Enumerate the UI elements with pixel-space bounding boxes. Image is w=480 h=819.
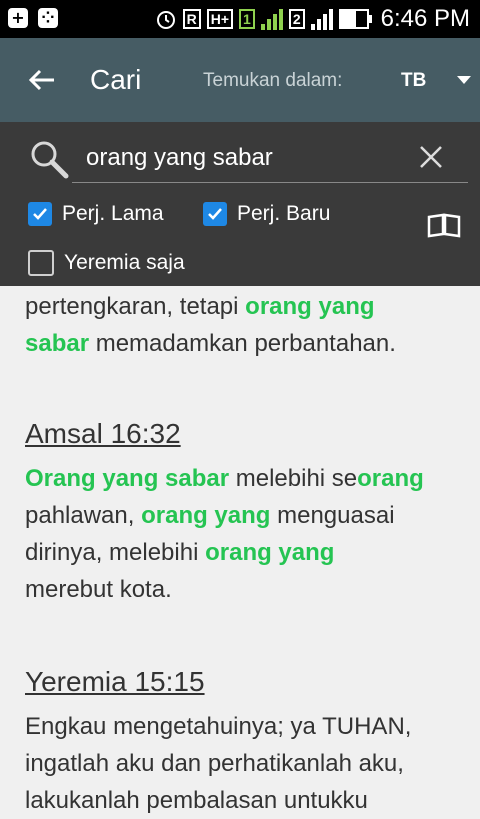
verse-text: pahlawan, bbox=[25, 502, 142, 529]
verse-text: dirinya, melebihi bbox=[25, 539, 206, 566]
find-in-label: Temukan dalam: bbox=[203, 70, 343, 91]
search-query[interactable]: orang yang sabar bbox=[86, 144, 273, 172]
app-bar: Cari Temukan dalam: TB bbox=[0, 38, 480, 122]
search-panel: orang yang sabar Perj. Lama Perj. Baru Y… bbox=[0, 122, 480, 286]
result-verse-1[interactable]: pertengkaran, tetapi orang yang sabar me… bbox=[25, 288, 460, 362]
signal-sim1-icon bbox=[260, 8, 283, 30]
signal-sim2-icon bbox=[310, 8, 333, 30]
search-icon bbox=[31, 141, 69, 179]
checkbox-checked-icon[interactable] bbox=[28, 202, 52, 226]
reference-link[interactable]: Amsal 16:32 bbox=[25, 418, 181, 450]
network-badge: R bbox=[182, 9, 201, 29]
sim2-indicator: 2 bbox=[288, 9, 305, 29]
verse-text: menguasai bbox=[270, 502, 395, 529]
page-title: Cari bbox=[90, 64, 142, 95]
highlight-text: orang bbox=[357, 465, 424, 492]
back-arrow-icon[interactable] bbox=[28, 68, 56, 95]
old-testament-label: Perj. Lama bbox=[62, 202, 164, 225]
status-bar: + ⁘ R H+ 1 2 6:46 PM bbox=[0, 0, 480, 38]
new-testament-label: Perj. Baru bbox=[237, 202, 331, 225]
highlight-text: orang yang bbox=[205, 539, 335, 566]
jeremiah-only-label: Yeremia saja bbox=[64, 251, 185, 274]
verse-text: ingatlah aku dan perhatikanlah aku, bbox=[25, 750, 404, 777]
checkbox-old-testament[interactable]: Perj. Lama bbox=[28, 202, 164, 226]
result-verse-3[interactable]: Engkau mengetahuinya; ya TUHAN, ingatlah… bbox=[25, 708, 460, 819]
clock: 6:46 PM bbox=[380, 5, 470, 32]
sim1-indicator: 1 bbox=[239, 9, 255, 29]
highlight-text: orang yang bbox=[141, 502, 271, 529]
reference-link[interactable]: Yeremia 15:15 bbox=[25, 666, 205, 698]
verse-text: Engkau mengetahuinya; ya TUHAN, bbox=[25, 713, 412, 740]
book-icon[interactable] bbox=[426, 212, 462, 240]
verse-text: merebut kota. bbox=[25, 576, 172, 603]
system-icons: R H+ 1 2 6:46 PM bbox=[155, 5, 470, 33]
bbm-icon: ⁘ bbox=[38, 8, 58, 28]
highlight-text: sabar bbox=[25, 330, 90, 357]
close-icon[interactable] bbox=[418, 144, 444, 170]
result-verse-2[interactable]: Orang yang sabar melebihi seorang pahlaw… bbox=[25, 460, 460, 608]
highlight-text: orang yang bbox=[245, 293, 375, 320]
checkbox-jeremiah-only[interactable]: Yeremia saja bbox=[28, 250, 185, 276]
search-input[interactable]: orang yang sabar bbox=[72, 132, 468, 183]
alarm-icon bbox=[156, 11, 175, 29]
notification-icons: + ⁘ bbox=[8, 8, 58, 28]
add-notification-icon: + bbox=[8, 8, 28, 28]
verse-text: memadamkan perbantahan. bbox=[89, 330, 396, 357]
battery-icon bbox=[338, 9, 372, 29]
checkbox-new-testament[interactable]: Perj. Baru bbox=[203, 202, 330, 226]
highlight-text: Orang yang sabar bbox=[25, 465, 230, 492]
network-type: H+ bbox=[206, 9, 234, 29]
chevron-down-icon[interactable] bbox=[457, 76, 471, 84]
results-list[interactable]: pertengkaran, tetapi orang yang sabar me… bbox=[0, 286, 480, 814]
checkbox-checked-icon[interactable] bbox=[203, 202, 227, 226]
checkbox-unchecked-icon[interactable] bbox=[28, 250, 54, 276]
verse-text: pertengkaran, tetapi bbox=[25, 293, 246, 320]
verse-text: melebihi se bbox=[229, 465, 358, 492]
version-selector[interactable]: TB bbox=[401, 70, 426, 92]
verse-text: lakukanlah pembalasan untukku bbox=[25, 787, 368, 814]
